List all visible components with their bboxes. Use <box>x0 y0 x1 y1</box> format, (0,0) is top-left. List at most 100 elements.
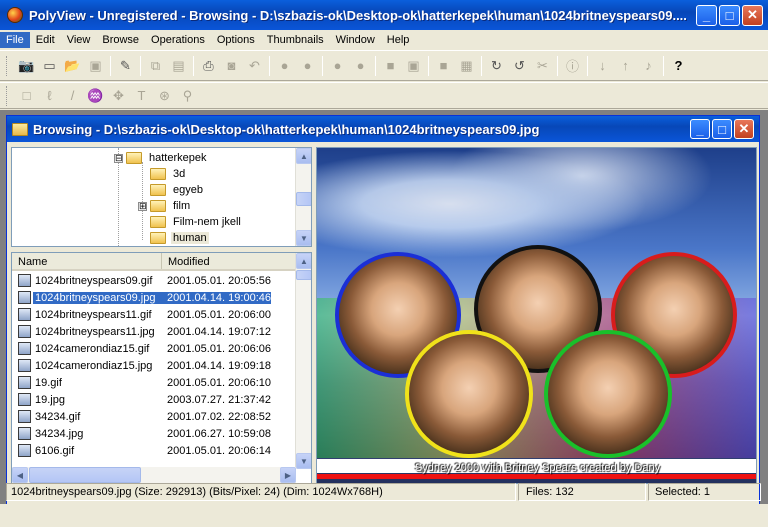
folder-icon[interactable] <box>12 122 28 136</box>
collapse-icon[interactable]: ⊟ <box>114 153 123 163</box>
new-icon[interactable]: ▭ <box>38 55 61 77</box>
column-header-modified[interactable]: Modified <box>162 253 296 269</box>
child-maximize-button[interactable]: □ <box>712 119 732 139</box>
tree-item-3d[interactable]: 3d <box>150 166 187 182</box>
folder-tree[interactable]: ⊟ hatterkepek 3d egyeb ⊞ film Film-nem j… <box>11 147 312 247</box>
table-row[interactable]: 19.gif 2001.05.01. 20:06:10 <box>12 374 296 391</box>
scroll-thumb[interactable] <box>296 192 311 206</box>
list-vertical-scrollbar[interactable]: ▲ ▼ <box>295 253 311 469</box>
scroll-thumb[interactable] <box>29 467 141 483</box>
menu-browse[interactable]: Browse <box>96 32 145 48</box>
scroll-down-arrow-icon[interactable]: ▼ <box>296 230 311 246</box>
table-row[interactable]: 1024britneyspears09.jpg 2001.04.14. 19:00… <box>12 289 296 306</box>
up-arrow-icon[interactable]: ↑ <box>614 55 637 77</box>
frame-icon[interactable]: ▦ <box>455 55 478 77</box>
down-arrow-icon[interactable]: ↓ <box>591 55 614 77</box>
scroll-up-arrow-icon[interactable]: ▲ <box>296 253 311 269</box>
scroll-right-arrow-icon[interactable]: ▶ <box>280 467 296 483</box>
maximize-button[interactable]: □ <box>719 4 740 26</box>
file-list[interactable]: Name Modified 1024britneyspears09.gif 200… <box>11 252 312 484</box>
rotate-ccw-icon[interactable]: ↺ <box>508 55 531 77</box>
tree-item-hatterkepek[interactable]: ⊟ hatterkepek <box>114 150 208 166</box>
save-icon[interactable]: ▣ <box>84 55 107 77</box>
line-icon[interactable]: / <box>61 85 84 107</box>
select-rect-icon[interactable]: □ <box>15 85 38 107</box>
file-modified: 2001.04.14. 19:07:12 <box>167 325 271 338</box>
toolbar-separator <box>140 55 141 76</box>
image-file-icon <box>18 376 31 389</box>
scroll-up-arrow-icon[interactable]: ▲ <box>296 148 311 164</box>
table-row[interactable]: 1024britneyspears11.jpg 2001.04.14. 19:07… <box>12 323 296 340</box>
table-row[interactable]: 19.jpg 2003.07.27. 21:37:42 <box>12 391 296 408</box>
menu-help[interactable]: Help <box>381 32 416 48</box>
child-close-button[interactable]: ✕ <box>734 119 754 139</box>
frame-icon[interactable]: ▣ <box>402 55 425 77</box>
menu-options[interactable]: Options <box>211 32 261 48</box>
minimize-button[interactable]: _ <box>696 4 717 26</box>
toolbar-grip[interactable] <box>6 55 9 76</box>
move-icon[interactable]: ✥ <box>107 85 130 107</box>
dot-icon[interactable]: ● <box>296 55 319 77</box>
close-button[interactable]: ✕ <box>742 4 763 26</box>
image-file-icon <box>18 308 31 321</box>
app-icon[interactable] <box>7 7 23 23</box>
expand-icon[interactable]: ⊞ <box>138 201 147 211</box>
tree-item-film[interactable]: ⊞ film <box>138 198 192 214</box>
image-preview[interactable]: Sydney 2000 with Britney Spears created … <box>316 147 757 484</box>
toolbar-separator <box>193 55 194 76</box>
dot-icon[interactable]: ● <box>273 55 296 77</box>
music-icon[interactable]: ♪ <box>637 55 660 77</box>
tree-item-film-nem-jkell[interactable]: Film-nem jkell <box>150 214 243 230</box>
menu-operations[interactable]: Operations <box>145 32 211 48</box>
table-row[interactable]: 1024britneyspears09.gif 2001.05.01. 20:05… <box>12 272 296 289</box>
edit-icon[interactable]: ✎ <box>114 55 137 77</box>
column-header-name[interactable]: Name <box>12 253 162 269</box>
scroll-left-arrow-icon[interactable]: ◀ <box>12 467 28 483</box>
dot-icon[interactable]: ● <box>326 55 349 77</box>
folder-icon <box>150 168 166 180</box>
text-icon[interactable]: T <box>130 85 153 107</box>
frame-icon[interactable]: ■ <box>379 55 402 77</box>
stamp-icon[interactable]: ⊛ <box>153 85 176 107</box>
scroll-down-arrow-icon[interactable]: ▼ <box>296 453 311 469</box>
dot-icon[interactable]: ● <box>349 55 372 77</box>
table-row[interactable]: 6106.gif 2001.05.01. 20:06:14 <box>12 442 296 459</box>
undo-icon[interactable]: ↶ <box>243 55 266 77</box>
toolbar-separator <box>269 55 270 76</box>
menu-thumbnails[interactable]: Thumbnails <box>261 32 330 48</box>
paint-icon[interactable]: ♒ <box>84 85 107 107</box>
menu-file[interactable]: File <box>0 31 30 48</box>
table-row[interactable]: 1024camerondiaz15.jpg 2001.04.14. 19:09:1… <box>12 357 296 374</box>
crop-icon[interactable]: ✂ <box>531 55 554 77</box>
zoom-icon[interactable]: ⚲ <box>176 85 199 107</box>
folder-icon <box>150 184 166 196</box>
tools-toolbar: □ ℓ / ♒ ✥ T ⊛ ⚲ <box>0 82 768 109</box>
menu-edit[interactable]: Edit <box>30 32 61 48</box>
scan-icon[interactable]: ◙ <box>220 55 243 77</box>
scroll-thumb[interactable] <box>296 270 311 280</box>
table-row[interactable]: 1024britneyspears11.gif 2001.05.01. 20:06… <box>12 306 296 323</box>
paste-icon[interactable]: ▤ <box>167 55 190 77</box>
open-folder-icon[interactable]: 📂 <box>61 55 84 77</box>
help-icon[interactable]: ? <box>667 55 690 77</box>
copy-icon[interactable]: ⧉ <box>144 55 167 77</box>
child-minimize-button[interactable]: _ <box>690 119 710 139</box>
camera-icon[interactable]: 📷 <box>15 55 38 77</box>
tree-item-human[interactable]: human <box>150 230 209 246</box>
toolbar-grip[interactable] <box>6 85 9 106</box>
table-row[interactable]: 34234.gif 2001.07.02. 22:08:52 <box>12 408 296 425</box>
lasso-icon[interactable]: ℓ <box>38 85 61 107</box>
tree-vertical-scrollbar[interactable]: ▲ ▼ <box>295 148 311 246</box>
tree-item-egyeb[interactable]: egyeb <box>150 182 205 198</box>
frame-icon[interactable]: ■ <box>432 55 455 77</box>
list-header: Name Modified <box>12 253 296 271</box>
menu-view[interactable]: View <box>61 32 97 48</box>
tree-item-label: Film-nem jkell <box>173 216 241 228</box>
print-icon[interactable]: ⎙ <box>197 55 220 77</box>
list-horizontal-scrollbar[interactable]: ◀ ▶ <box>12 467 296 483</box>
table-row[interactable]: 1024camerondiaz15.gif 2001.05.01. 20:06:0… <box>12 340 296 357</box>
rotate-cw-icon[interactable]: ↻ <box>485 55 508 77</box>
menu-window[interactable]: Window <box>330 32 381 48</box>
info-icon[interactable]: ⓘ <box>561 55 584 77</box>
table-row[interactable]: 34234.jpg 2001.06.27. 10:59:08 <box>12 425 296 442</box>
